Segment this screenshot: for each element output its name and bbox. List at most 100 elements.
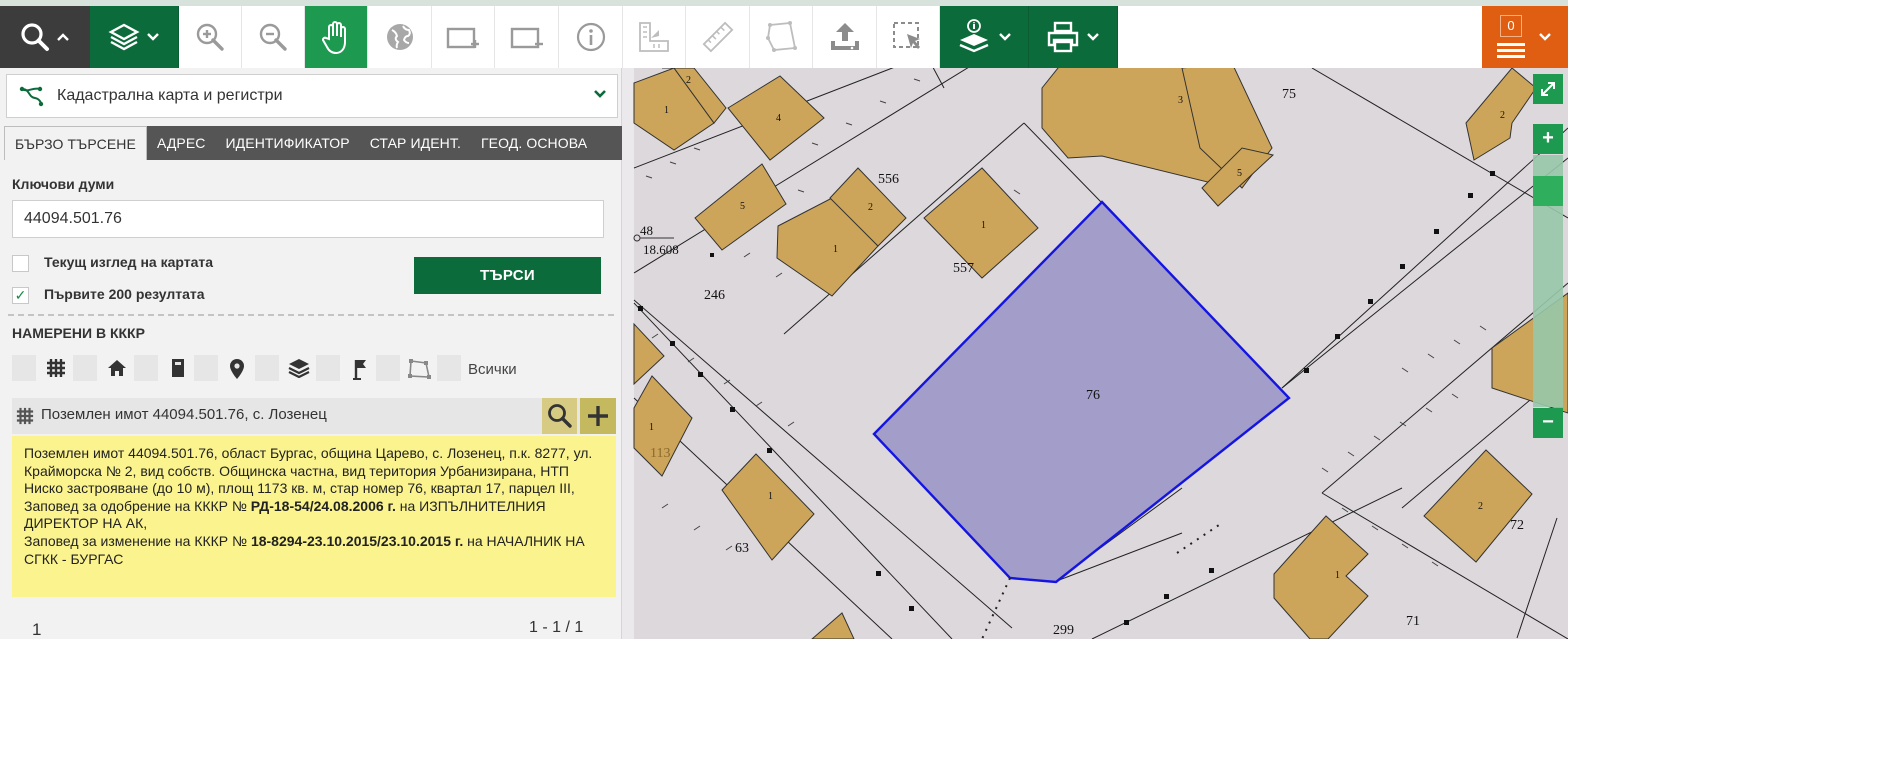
floor-label: 2 bbox=[1478, 501, 1483, 512]
coordinates-icon bbox=[639, 22, 669, 52]
current-view-checkbox[interactable] bbox=[12, 255, 29, 272]
floor-label: 4 bbox=[776, 113, 781, 124]
parcel-label-556: 556 bbox=[878, 172, 899, 187]
tab-geodetic-base[interactable]: ГЕОД. ОСНОВА bbox=[471, 126, 597, 160]
parcel-label-299: 299 bbox=[1053, 623, 1074, 638]
filter-box[interactable] bbox=[194, 355, 218, 381]
coordinates-button[interactable] bbox=[623, 6, 686, 68]
chevron-down-icon bbox=[1087, 33, 1099, 41]
keywords-input[interactable] bbox=[12, 200, 604, 238]
map-canvas[interactable]: 75 76 556 557 246 63 72 71 299 113 48 18… bbox=[622, 68, 1568, 639]
tab-quick-search[interactable]: БЪРЗО ТЪРСЕНЕ bbox=[4, 126, 147, 160]
layer-name: Кадастрална карта и регистри bbox=[57, 87, 283, 104]
tab-old-identifier[interactable]: СТАР ИДЕНТ. bbox=[360, 126, 471, 160]
zoom-in-map-button[interactable]: + bbox=[1533, 124, 1563, 154]
globe-button[interactable] bbox=[368, 6, 432, 68]
select-button[interactable] bbox=[877, 6, 940, 68]
pin-icon[interactable] bbox=[228, 358, 246, 380]
filter-all-label[interactable]: Всички bbox=[468, 361, 517, 378]
chevron-down-icon bbox=[594, 90, 606, 98]
layer-select-dropdown[interactable]: Кадастрална карта и регистри bbox=[6, 74, 618, 118]
search-tabs: БЪРЗО ТЪРСЕНЕ АДРЕС ИДЕНТИФИКАТОР СТАР И… bbox=[4, 126, 622, 160]
add-rect-button[interactable] bbox=[432, 6, 495, 68]
page-number[interactable]: 1 bbox=[32, 620, 41, 640]
search-button[interactable]: ТЪРСИ bbox=[414, 257, 601, 294]
notification-count-badge: 0 bbox=[1500, 15, 1522, 37]
flag-icon[interactable] bbox=[352, 358, 368, 380]
building bbox=[633, 322, 665, 386]
menu-button[interactable]: 0 bbox=[1482, 6, 1568, 68]
expand-icon bbox=[1541, 82, 1555, 96]
polygon-icon[interactable] bbox=[407, 358, 431, 380]
order1-prefix: Заповед за одобрение на КККР № bbox=[24, 497, 247, 514]
measure-icon bbox=[702, 21, 733, 53]
result-item[interactable]: Поземлен имот 44094.501.76, с. Лозенец bbox=[12, 398, 616, 434]
chevron-up-icon bbox=[57, 33, 69, 41]
route-icon bbox=[19, 86, 44, 107]
order1-number: РД-18-54/24.08.2006 г. bbox=[250, 497, 396, 514]
floor-label: 2 bbox=[868, 202, 873, 213]
remove-rect-button[interactable] bbox=[495, 6, 559, 68]
chevron-down-icon bbox=[1539, 33, 1551, 41]
info-icon bbox=[576, 22, 605, 52]
tab-identifier[interactable]: ИДЕНТИФИКАТОР bbox=[216, 126, 360, 160]
filter-box[interactable] bbox=[134, 355, 158, 381]
floor-label: 2 bbox=[1500, 110, 1505, 121]
building-icon[interactable] bbox=[170, 358, 186, 378]
building bbox=[811, 612, 855, 639]
parcel-label-76: 76 bbox=[1086, 388, 1100, 403]
selected-parcel[interactable] bbox=[872, 200, 1291, 584]
zoom-slider-handle[interactable] bbox=[1533, 176, 1563, 206]
filter-box[interactable] bbox=[437, 355, 461, 381]
add-result-button[interactable] bbox=[580, 398, 616, 434]
parcel-label-557: 557 bbox=[953, 261, 974, 276]
building bbox=[1273, 515, 1369, 639]
cadastral-map[interactable]: 75 76 556 557 246 63 72 71 299 113 48 18… bbox=[622, 68, 1568, 639]
zoom-out-map-button[interactable]: − bbox=[1533, 408, 1563, 438]
floor-label: 2 bbox=[686, 75, 691, 86]
grid-icon[interactable] bbox=[46, 358, 66, 378]
tab-address[interactable]: АДРЕС bbox=[147, 126, 216, 160]
info-button[interactable] bbox=[559, 6, 623, 68]
menu-icon: 0 bbox=[1496, 15, 1526, 59]
fullscreen-button[interactable] bbox=[1533, 74, 1563, 104]
select-icon bbox=[893, 22, 920, 49]
search-icon bbox=[21, 23, 49, 51]
measure-button[interactable] bbox=[686, 6, 750, 68]
filter-box[interactable] bbox=[316, 355, 340, 381]
floor-label: 3 bbox=[1178, 95, 1183, 106]
keywords-label: Ключови думи bbox=[12, 176, 115, 192]
pan-tool-button[interactable] bbox=[305, 6, 368, 68]
filter-box[interactable] bbox=[73, 355, 97, 381]
floor-label: 1 bbox=[981, 220, 986, 231]
filter-box[interactable] bbox=[255, 355, 279, 381]
parcel-label-113: 113 bbox=[650, 446, 670, 461]
upload-icon bbox=[830, 23, 859, 50]
area-button[interactable] bbox=[750, 6, 813, 68]
search-tool-button[interactable] bbox=[0, 6, 90, 68]
building bbox=[633, 375, 693, 477]
search-icon bbox=[548, 404, 572, 428]
zoom-in-button[interactable] bbox=[179, 6, 242, 68]
page-range: 1 - 1 / 1 bbox=[529, 619, 584, 636]
remove-rect-icon bbox=[510, 27, 543, 49]
print-icon bbox=[1047, 21, 1079, 53]
layer-info-button[interactable] bbox=[940, 6, 1029, 68]
filter-box[interactable] bbox=[376, 355, 400, 381]
upload-button[interactable] bbox=[813, 6, 877, 68]
parcel-label-63: 63 bbox=[735, 541, 749, 556]
add-rect-icon bbox=[446, 27, 479, 49]
layers-tool-button[interactable] bbox=[90, 6, 179, 68]
layers-icon[interactable] bbox=[288, 358, 310, 378]
zoom-to-result-button[interactable] bbox=[542, 398, 577, 434]
first-200-checkbox[interactable]: ✓ bbox=[12, 287, 29, 304]
house-icon[interactable] bbox=[107, 358, 127, 378]
result-title[interactable]: Поземлен имот 44094.501.76, с. Лозенец bbox=[41, 406, 327, 423]
zoom-out-button[interactable] bbox=[242, 6, 305, 68]
print-button[interactable] bbox=[1029, 6, 1118, 68]
parcel-label-246: 246 bbox=[704, 288, 725, 303]
filter-box[interactable] bbox=[12, 355, 36, 381]
zoom-in-icon bbox=[196, 23, 224, 51]
found-title: НАМЕРЕНИ В КККР bbox=[12, 325, 145, 341]
floor-label: 5 bbox=[1237, 168, 1242, 179]
